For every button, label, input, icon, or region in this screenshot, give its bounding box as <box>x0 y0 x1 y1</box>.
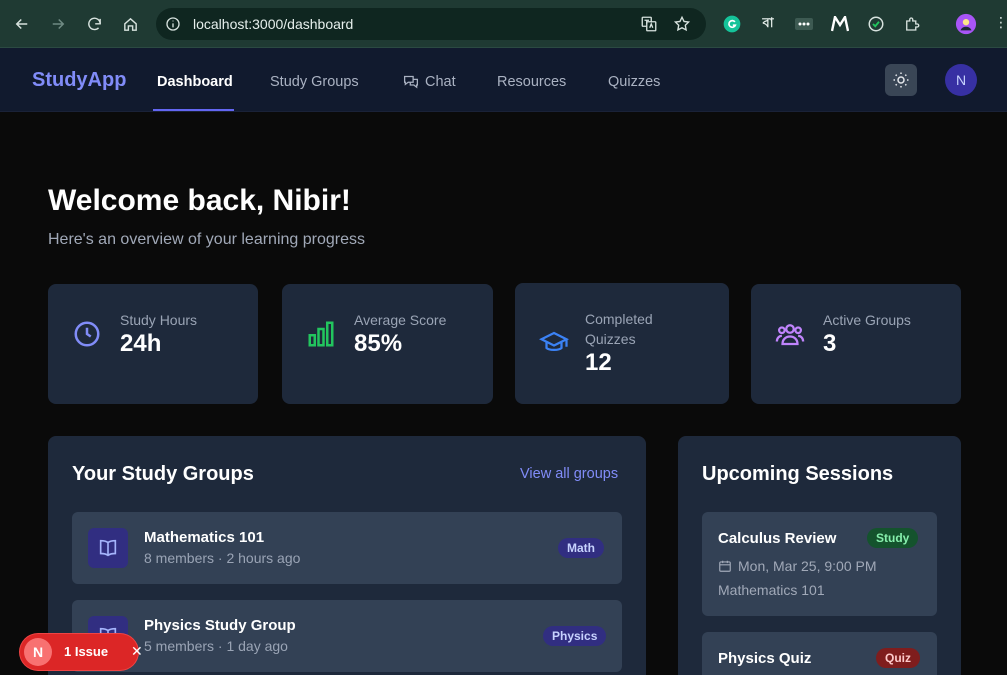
active-tab-indicator <box>153 109 234 111</box>
dots-icon[interactable] <box>793 13 815 35</box>
site-info-icon[interactable] <box>165 16 181 37</box>
session-item[interactable]: Calculus Review Study Mon, Mar 25, 9:00 … <box>702 512 937 616</box>
study-group-item[interactable]: Physics Study Group 5 members · 1 day ag… <box>72 600 622 672</box>
nav-resources[interactable]: Resources <box>497 74 566 90</box>
grammarly-icon[interactable] <box>721 13 743 35</box>
m-icon[interactable] <box>829 13 851 35</box>
stat-card-active-groups: Active Groups 3 <box>751 284 961 404</box>
subject-tag: Math <box>558 538 604 558</box>
session-date: Mon, Mar 25, 9:00 PM <box>718 558 877 574</box>
home-icon[interactable] <box>118 12 142 36</box>
session-group: Mathematics 101 <box>718 582 825 598</box>
check-icon[interactable] <box>865 13 887 35</box>
stat-value: 12 <box>585 349 612 376</box>
reload-icon[interactable] <box>82 12 106 36</box>
theme-toggle-button[interactable] <box>885 64 917 96</box>
back-icon[interactable] <box>10 12 34 36</box>
nav-study-groups[interactable]: Study Groups <box>270 74 359 90</box>
stat-value: 3 <box>823 330 837 357</box>
nav-chat[interactable]: Chat <box>425 74 456 90</box>
session-name: Calculus Review <box>718 530 837 547</box>
stat-value: 24h <box>120 330 162 357</box>
url-text: localhost:3000/dashboard <box>193 16 354 32</box>
nav-quizzes[interactable]: Quizzes <box>608 74 660 90</box>
translate-icon[interactable] <box>640 15 658 38</box>
group-name: Mathematics 101 <box>144 529 265 546</box>
book-icon <box>88 528 128 568</box>
view-all-groups-link[interactable]: View all groups <box>520 466 618 482</box>
dev-issues-badge[interactable]: N 1 Issue ✕ <box>20 634 143 670</box>
clock-icon <box>74 321 100 347</box>
star-icon[interactable] <box>673 15 691 38</box>
study-group-item[interactable]: Mathematics 101 8 members · 2 hours ago … <box>72 512 622 584</box>
issues-count: 1 Issue <box>64 644 109 659</box>
stat-card-study-hours: Study Hours 24h <box>48 284 258 404</box>
stat-label: Study Hours <box>120 312 198 328</box>
session-date-text: Mon, Mar 25, 9:00 PM <box>738 558 877 574</box>
session-type-tag: Study <box>867 528 919 548</box>
stat-value: 85% <box>354 330 403 357</box>
stat-label: Average Score <box>354 312 447 328</box>
users-icon <box>775 324 805 346</box>
session-name: Physics Quiz <box>718 650 812 667</box>
menu-icon[interactable]: ⋮ <box>994 14 1007 34</box>
stat-label: Active Groups <box>823 312 911 328</box>
session-item[interactable]: Physics Quiz Quiz <box>702 632 937 675</box>
nextjs-logo-icon: N <box>24 638 52 666</box>
group-meta: 5 members · 1 day ago <box>144 638 288 654</box>
browser-toolbar: localhost:3000/dashboard বা ⋮ <box>0 0 1007 48</box>
user-avatar[interactable]: N <box>945 64 977 96</box>
nav-dashboard[interactable]: Dashboard <box>157 74 233 90</box>
calendar-icon <box>719 560 731 572</box>
graduation-cap-icon <box>539 331 569 351</box>
address-bar[interactable]: localhost:3000/dashboard <box>156 8 706 40</box>
stat-card-completed-quizzes: Completed Quizzes 12 <box>515 283 729 404</box>
puzzle-icon[interactable] <box>901 13 923 35</box>
forward-icon[interactable] <box>46 12 70 36</box>
chat-icon <box>402 73 420 95</box>
upcoming-sessions-title: Upcoming Sessions <box>702 463 894 485</box>
close-icon[interactable]: ✕ <box>131 643 143 660</box>
page-subtitle: Here's an overview of your learning prog… <box>48 231 365 248</box>
group-meta: 8 members · 2 hours ago <box>144 550 301 566</box>
group-name: Physics Study Group <box>144 617 296 634</box>
session-type-tag: Quiz <box>876 648 920 668</box>
sun-icon <box>893 72 909 88</box>
stat-card-average-score: Average Score 85% <box>282 284 493 404</box>
bar-chart-icon <box>308 321 334 347</box>
study-groups-title: Your Study Groups <box>72 463 254 485</box>
subject-tag: Physics <box>543 626 607 646</box>
brand-logo[interactable]: StudyApp <box>32 69 126 92</box>
page-title: Welcome back, Nibir! <box>48 184 351 217</box>
stat-label: Completed Quizzes <box>585 311 653 347</box>
bangla-icon[interactable]: বা <box>757 13 779 35</box>
app-header: StudyApp Dashboard Study Groups Chat Res… <box>0 48 1007 112</box>
profile-icon[interactable] <box>955 13 977 35</box>
